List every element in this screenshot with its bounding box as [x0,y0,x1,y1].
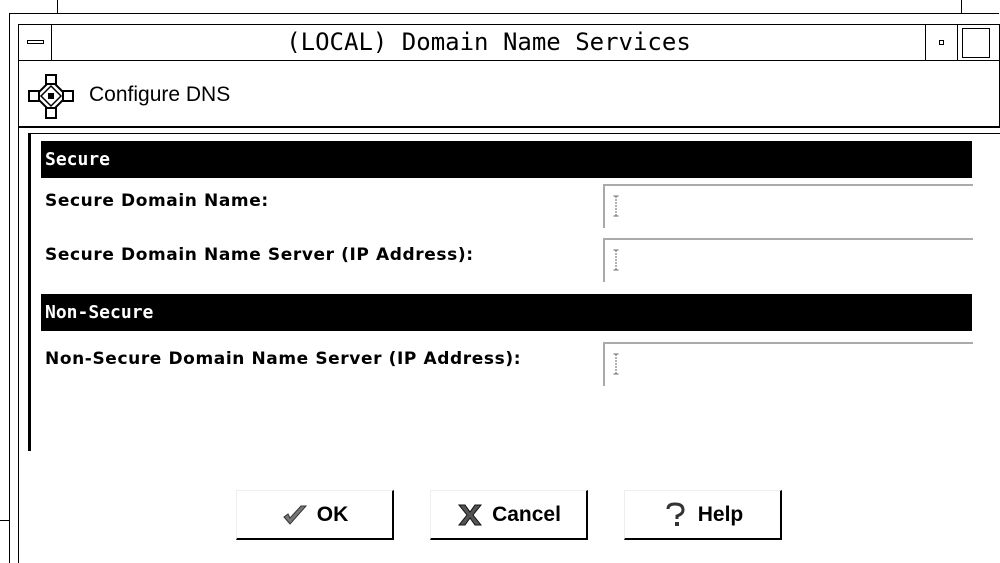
cancel-button[interactable]: Cancel [430,490,588,540]
section-heading-non-secure: Non-Secure [41,294,972,331]
checkmark-icon [283,505,307,525]
form-area [28,133,1000,443]
window-title: (LOCAL) Domain Name Services [286,28,691,56]
secure-domain-name-input[interactable] [613,188,963,224]
text-cursor-icon [613,195,619,217]
cancel-button-label: Cancel [492,502,561,526]
frame-resize-tick[interactable] [0,520,9,521]
cancel-x-icon [458,504,483,525]
section-heading-secure: Secure [41,141,972,178]
frame-resize-tick[interactable] [961,0,962,13]
text-cursor-icon [613,249,619,271]
secure-domain-name-field[interactable] [603,184,973,228]
question-mark-icon [666,501,685,526]
ok-button-label: OK [316,502,349,526]
dialog-title: Configure DNS [89,83,231,106]
secure-domain-name-label: Secure Domain Name: [45,191,269,211]
non-secure-dns-server-label: Non-Secure Domain Name Server (IP Addres… [45,349,522,369]
non-secure-dns-server-input[interactable] [613,346,963,382]
secure-dns-server-field[interactable] [603,238,973,282]
text-cursor-icon [613,353,619,375]
ok-button[interactable]: OK [236,490,394,540]
secure-dns-server-input[interactable] [613,242,963,278]
system-menu-icon [27,40,44,44]
panel-edge [28,443,31,451]
frame-resize-tick[interactable] [57,0,58,13]
help-button-label: Help [697,502,744,526]
network-config-icon [28,74,74,119]
help-button[interactable]: Help [624,490,782,540]
maximize-button[interactable] [962,28,990,58]
non-secure-dns-server-field[interactable] [603,342,973,386]
minimize-icon [939,40,944,45]
secure-dns-server-label: Secure Domain Name Server (IP Address): [45,245,474,265]
